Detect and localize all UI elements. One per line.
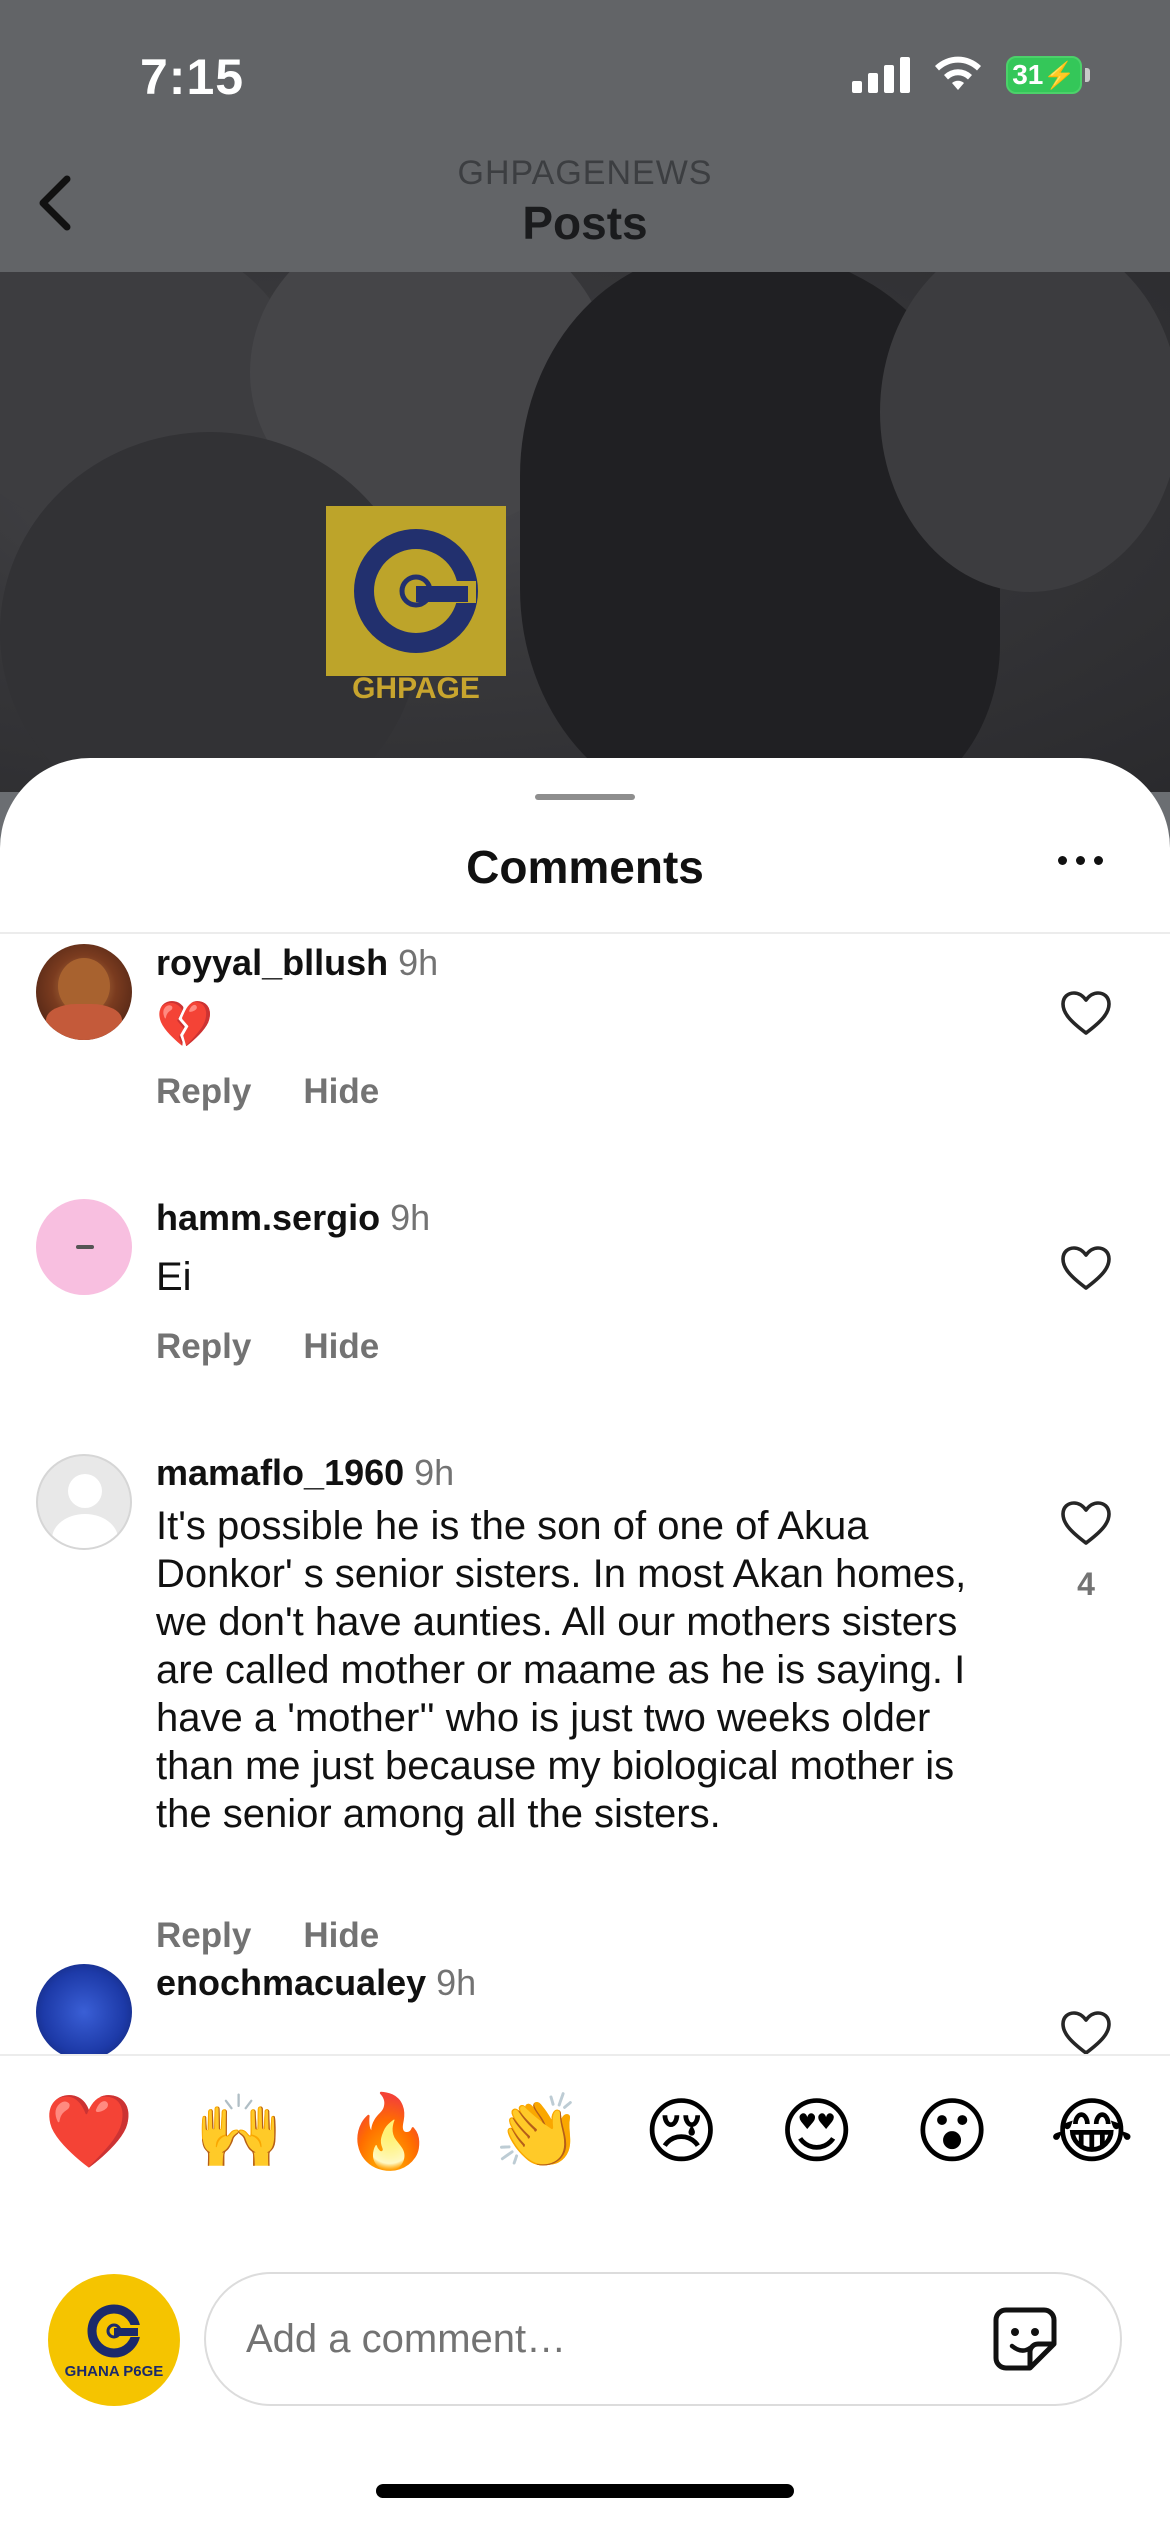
page-title: Posts <box>522 197 648 249</box>
sheet-grabber[interactable] <box>535 794 635 800</box>
like-button[interactable] <box>1056 990 1116 1056</box>
comment-username[interactable]: mamaflo_1960 <box>156 1452 404 1493</box>
comment-username[interactable]: hamm.sergio <box>156 1197 380 1238</box>
ghpage-logo <box>326 506 506 676</box>
avatar[interactable] <box>36 1964 132 2054</box>
more-options-button[interactable] <box>1058 856 1103 865</box>
like-count: 4 <box>1077 1566 1095 1602</box>
emoji-laughing[interactable]: 😂 <box>1050 2091 1134 2171</box>
reply-button[interactable]: Reply <box>156 1916 251 1956</box>
emoji-fire[interactable]: 🔥 <box>344 2091 434 2171</box>
emoji-crying[interactable]: 😢 <box>644 2091 719 2171</box>
comment-item: hamm.sergio 9h Ei Reply Hide <box>0 1189 1170 1439</box>
comment-item: enochmacualey 9h <box>0 1954 1170 2054</box>
avatar[interactable] <box>36 1199 132 1295</box>
divider <box>0 2054 1170 2056</box>
reply-button[interactable]: Reply <box>156 1072 251 1112</box>
like-button[interactable]: 4 <box>1056 1500 1116 1603</box>
like-button[interactable] <box>1056 2010 1116 2054</box>
like-button[interactable] <box>1056 1245 1116 1311</box>
watermark-text: GHPAGE <box>352 672 480 705</box>
battery-charging-icon: 31 ⚡ <box>1006 56 1090 94</box>
signal-icon <box>852 57 910 93</box>
status-icons: 31 ⚡ <box>852 56 1090 94</box>
comment-time: 9h <box>390 1197 431 1238</box>
home-indicator[interactable] <box>376 2484 794 2498</box>
emoji-surprised[interactable]: 😮 <box>914 2091 989 2171</box>
comment-text: 💔 <box>156 997 214 1051</box>
comment-username[interactable]: royyal_bllush <box>156 942 388 983</box>
avatar[interactable] <box>36 1454 132 1550</box>
top-bar: 7:15 31 ⚡ GHPAGENEWS Posts <box>0 0 1170 272</box>
wifi-icon <box>935 56 981 90</box>
post-image: GHPAGE <box>0 272 1170 792</box>
comment-item: royyal_bllush 9h 💔 Reply Hide <box>0 934 1170 1184</box>
sticker-icon <box>993 2307 1057 2371</box>
emoji-raised-hands[interactable]: 🙌 <box>194 2091 284 2171</box>
status-time: 7:15 <box>140 49 245 105</box>
heart-icon <box>1061 991 1111 1035</box>
comment-time: 9h <box>414 1452 455 1493</box>
reply-button[interactable]: Reply <box>156 1327 251 1367</box>
battery-level: 31 <box>1012 59 1044 90</box>
avatar[interactable] <box>36 944 132 1040</box>
comment-text: It's possible he is the son of one of Ak… <box>156 1504 967 1836</box>
comment-text: Ei <box>156 1255 192 1299</box>
comment-username[interactable]: enochmacualey <box>156 1962 426 2003</box>
heart-icon <box>1061 1501 1111 1545</box>
heart-icon <box>1061 1246 1111 1290</box>
heart-icon <box>1061 2011 1111 2054</box>
emoji-heart[interactable]: ❤️ <box>44 2091 134 2171</box>
ellipsis-icon <box>1058 856 1067 865</box>
sheet-title: Comments <box>466 841 704 893</box>
hide-button[interactable]: Hide <box>303 1916 379 1956</box>
current-user-avatar[interactable]: GHANA P6GE <box>48 2274 180 2406</box>
comment-item: mamaflo_1960 9h It's possible he is the s… <box>0 1444 1170 2004</box>
hide-button[interactable]: Hide <box>303 1327 379 1367</box>
comment-input[interactable] <box>204 2272 1122 2406</box>
sticker-button[interactable] <box>990 2304 1060 2374</box>
comment-time: 9h <box>436 1962 477 2003</box>
comments-list[interactable]: royyal_bllush 9h 💔 Reply Hide hamm.sergio… <box>0 934 1170 2054</box>
emoji-clapping[interactable]: 👏 <box>494 2091 584 2171</box>
comments-sheet: Comments royyal_bllush 9h 💔 Reply Hide h… <box>0 758 1170 2532</box>
account-name[interactable]: GHPAGENEWS <box>0 154 1170 193</box>
emoji-quick-bar: ❤️ 🙌 🔥 👏 😢 😍 😮 😂 <box>0 2076 1170 2186</box>
emoji-heart-eyes[interactable]: 😍 <box>779 2091 854 2171</box>
hide-button[interactable]: Hide <box>303 1072 379 1112</box>
avatar-label: GHANA P6GE <box>64 2362 164 2380</box>
comment-time: 9h <box>398 942 439 983</box>
